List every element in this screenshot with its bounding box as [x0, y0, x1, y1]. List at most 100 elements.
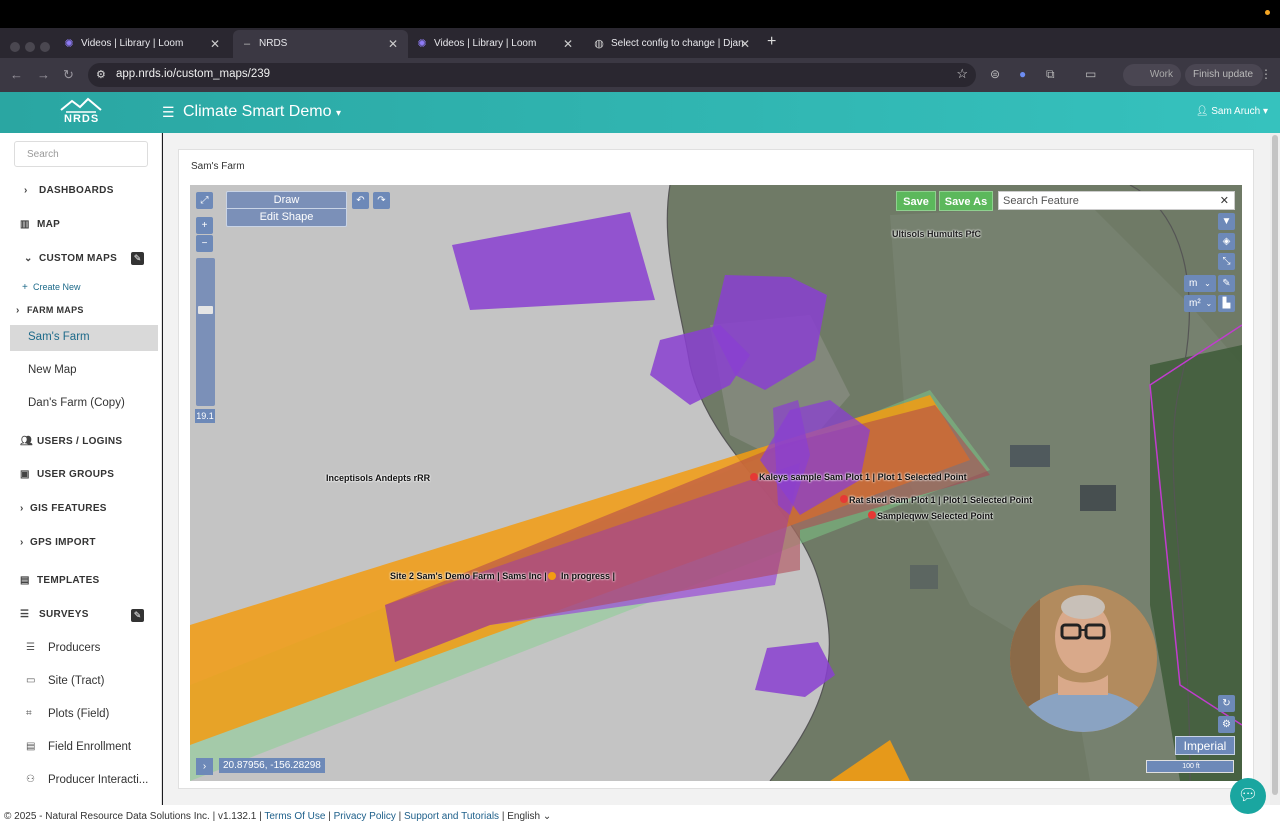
area-unit-select[interactable]: m² ⌄	[1184, 295, 1216, 312]
caret-down-icon: ▾	[335, 108, 341, 119]
extension-icon[interactable]: ●	[1019, 67, 1026, 81]
draw-button[interactable]: Draw	[227, 192, 346, 209]
window-controls[interactable]	[10, 39, 55, 57]
notification-dot	[1265, 10, 1270, 15]
collapse-icon[interactable]: ⤡	[1218, 253, 1235, 270]
coordinates-readout: 20.87956, -156.28298	[219, 758, 325, 773]
sidebar-item-label: MAP	[37, 219, 61, 230]
clear-icon[interactable]: ✕	[1220, 194, 1229, 207]
edit-icon[interactable]: ✎	[131, 609, 144, 622]
url-text: app.nrds.io/custom_maps/239	[116, 68, 271, 80]
fullscreen-icon[interactable]: ⤢	[196, 192, 213, 209]
breadcrumb: Sam's Farm	[191, 161, 245, 172]
survey-label: Field Enrollment	[48, 741, 132, 753]
browser-toolbar: ← → ↻ ⚙ app.nrds.io/custom_maps/239 ☆ ⊜ …	[0, 58, 1280, 92]
browser-tab[interactable]: ✺ Videos | Library | Loom ✕	[55, 30, 230, 58]
chevron-right-icon: ›	[16, 305, 20, 316]
zoom-out-icon[interactable]: −	[196, 235, 213, 252]
save-button[interactable]: Save	[896, 191, 936, 211]
reload-icon[interactable]: ↻	[63, 67, 74, 83]
settings-gear-icon[interactable]: ⚙	[1218, 716, 1235, 733]
close-icon[interactable]: ✕	[210, 30, 220, 58]
area-measure-icon[interactable]: ▙	[1218, 295, 1235, 312]
draw-toolbar: Draw Edit Shape	[226, 191, 347, 227]
chat-bubble-icon[interactable]: 💬︎	[1230, 778, 1266, 814]
list-icon: ☰	[26, 642, 35, 653]
edit-icon[interactable]: ✎	[131, 252, 144, 265]
edit-shape-button[interactable]: Edit Shape	[227, 209, 346, 226]
map-canvas[interactable]: Ultisols Humults PfC Inceptisols Andepts…	[190, 185, 1242, 781]
undo-icon[interactable]: ↶	[352, 192, 369, 209]
user-menu[interactable]: 👤︎ Sam Aruch ▾	[1196, 106, 1268, 117]
new-tab-icon[interactable]: +	[767, 33, 776, 51]
support-link[interactable]: Support and Tutorials	[404, 811, 499, 822]
user-icon: 👤︎	[1195, 106, 1209, 117]
back-icon[interactable]: ←	[10, 67, 23, 82]
finish-update-button[interactable]: Finish update	[1185, 64, 1263, 86]
expand-coords-icon[interactable]: ›	[196, 758, 213, 775]
length-unit-select[interactable]: m ⌄	[1184, 275, 1216, 292]
sidebar-map-sams-farm[interactable]: Sam's Farm	[10, 325, 158, 351]
loom-icon: ✺	[417, 38, 427, 50]
length-unit: m	[1189, 278, 1198, 289]
browser-tab[interactable]: ◍ Select config to change | Djan ✕	[585, 30, 760, 58]
close-icon[interactable]: ✕	[563, 30, 573, 58]
page-scrollbar[interactable]	[1270, 133, 1280, 805]
zoom-level: 19.1	[195, 409, 215, 423]
menu-dots-icon[interactable]: ⋮	[1260, 67, 1272, 81]
zoom-slider[interactable]	[196, 258, 215, 406]
users-icon: 👥︎	[20, 436, 33, 447]
sidebar-search-input[interactable]: Search	[14, 141, 148, 167]
language-select[interactable]: English ⌄	[507, 811, 551, 822]
grid-icon: ⌗	[26, 708, 32, 719]
sidebar-item-label: SURVEYS	[39, 609, 89, 620]
nrds-logo[interactable]: NRDS	[58, 96, 104, 128]
refresh-icon[interactable]: ↻	[1218, 695, 1235, 712]
zoom-in-icon[interactable]: +	[196, 217, 213, 234]
work-label: Work	[1149, 69, 1173, 80]
scrollbar-thumb[interactable]	[1272, 135, 1278, 795]
search-placeholder: Search	[27, 149, 59, 160]
privacy-link[interactable]: Privacy Policy	[334, 811, 396, 822]
profile-work-button[interactable]: Work	[1123, 64, 1181, 86]
presenter-video	[1010, 585, 1157, 732]
browser-tab[interactable]: ✺ Videos | Library | Loom ✕	[408, 30, 583, 58]
browser-tab-active[interactable]: – NRDS ✕	[233, 30, 408, 58]
zoom-slider-knob[interactable]	[198, 306, 213, 314]
address-bar[interactable]: ⚙ app.nrds.io/custom_maps/239 ☆	[88, 63, 976, 87]
list-icon: ☰	[20, 609, 30, 620]
caret-down-icon: ⌄	[1204, 279, 1211, 288]
hamburger-menu-icon[interactable]: ☰	[162, 104, 175, 121]
redo-icon[interactable]: ↷	[373, 192, 390, 209]
close-icon[interactable]: ✕	[740, 30, 750, 58]
puzzle-icon[interactable]: ⧉	[1046, 67, 1055, 82]
forward-icon[interactable]: →	[37, 67, 50, 82]
extension-icon[interactable]: ⊜	[990, 67, 1000, 81]
app-title-dropdown[interactable]: Climate Smart Demo ▾	[183, 103, 341, 121]
layers-icon[interactable]: ◈	[1218, 233, 1235, 250]
caret-down-icon: ⌄	[1205, 299, 1213, 308]
units-toggle-button[interactable]: Imperial	[1175, 736, 1235, 755]
logo-text: NRDS	[64, 113, 100, 125]
sidebar-item-label: GIS FEATURES	[30, 503, 107, 514]
webcam-overlay[interactable]	[1010, 585, 1157, 732]
ruler-icon[interactable]: ✎	[1218, 275, 1235, 292]
site-icon: ▭	[26, 675, 36, 686]
save-as-button[interactable]: Save As	[939, 191, 993, 211]
bookmark-star-icon[interactable]: ☆	[956, 66, 968, 82]
terms-link[interactable]: Terms Of Use	[264, 811, 325, 822]
finish-update-label: Finish update	[1193, 69, 1254, 80]
sidepanel-icon[interactable]: ▭	[1085, 67, 1096, 81]
sidebar-item-label: GPS IMPORT	[30, 537, 96, 548]
tab-title: Videos | Library | Loom	[81, 38, 184, 49]
site-settings-icon[interactable]: ⚙	[96, 68, 106, 81]
area-unit: m²	[1189, 298, 1201, 309]
close-icon[interactable]: ✕	[388, 30, 398, 58]
filter-icon[interactable]: ▼	[1218, 213, 1235, 230]
map-label-point: Sampleqww Selected Point	[877, 511, 994, 521]
survey-label: Plots (Field)	[48, 708, 110, 720]
chevron-down-icon: ⌄	[542, 811, 552, 822]
search-feature-input[interactable]: Search Feature ✕	[998, 191, 1235, 210]
sidebar-item-label: FARM MAPS	[27, 305, 84, 315]
map-name: Sam's Farm	[28, 331, 90, 343]
